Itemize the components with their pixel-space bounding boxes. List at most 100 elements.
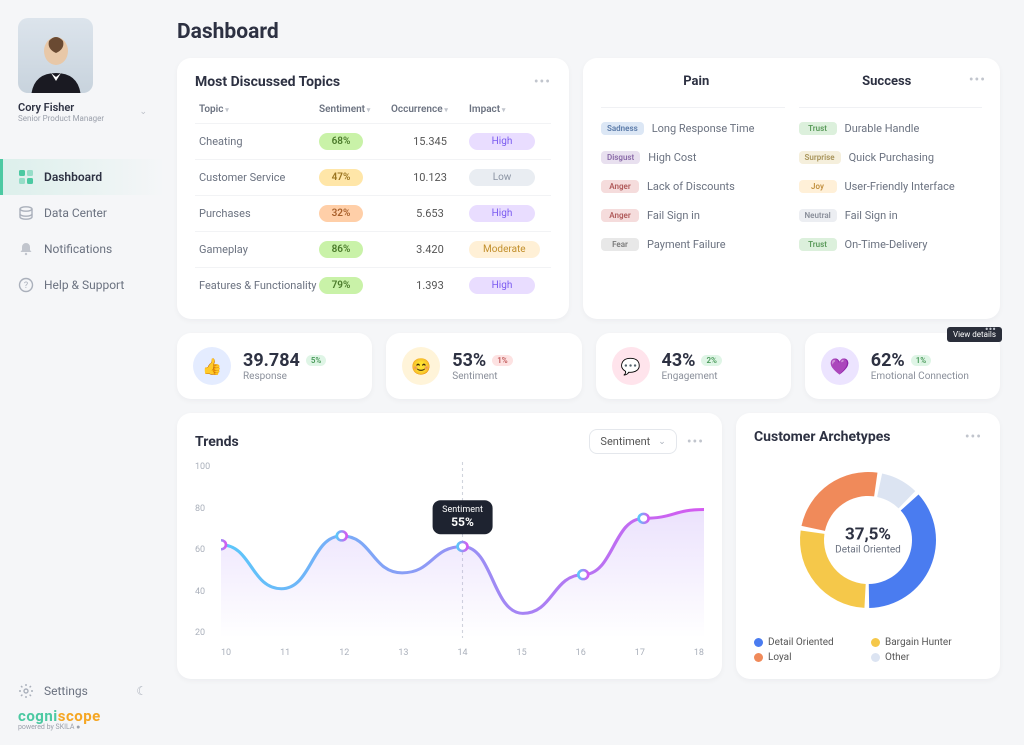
col-impact[interactable]: Impact bbox=[469, 104, 549, 115]
table-row[interactable]: Cheating 68% 15.345 High bbox=[195, 123, 551, 159]
list-item-text: Fail Sign in bbox=[647, 209, 700, 222]
col-sentiment[interactable]: Sentiment bbox=[319, 104, 391, 115]
table-row[interactable]: Features & Functionality 79% 1.393 High bbox=[195, 267, 551, 303]
main-content: Dashboard Most Discussed Topics ••• Topi… bbox=[165, 0, 1024, 745]
legend-label: Loyal bbox=[768, 652, 792, 663]
more-icon[interactable]: ••• bbox=[965, 429, 982, 445]
list-item[interactable]: TrustOn-Time-Delivery bbox=[799, 238, 983, 251]
list-item[interactable]: FearPayment Failure bbox=[601, 238, 785, 251]
sentiment-pill: 47% bbox=[319, 169, 363, 186]
tab-success[interactable]: Success bbox=[792, 74, 983, 97]
trends-chart[interactable]: 10080604020 Sentiment 55% 10111213141516… bbox=[195, 462, 704, 658]
occurrence-cell: 3.420 bbox=[391, 243, 469, 256]
kpi-card[interactable]: 👍 39.7845% Response bbox=[177, 333, 372, 399]
settings-label: Settings bbox=[44, 684, 88, 698]
svg-text:?: ? bbox=[24, 281, 28, 291]
list-item[interactable]: NeutralFail Sign in bbox=[799, 209, 983, 222]
list-item-text: Durable Handle bbox=[845, 122, 920, 135]
sidebar-item-help[interactable]: ? Help & Support bbox=[0, 267, 165, 303]
kpi-icon: 💬 bbox=[612, 347, 650, 385]
sidebar-item-dashboard[interactable]: Dashboard bbox=[0, 159, 165, 195]
legend-item[interactable]: Loyal bbox=[754, 652, 865, 663]
kpi-delta: 2% bbox=[701, 355, 721, 366]
more-icon[interactable]: ••• bbox=[985, 323, 996, 336]
list-item[interactable]: Trust Durable Handle bbox=[799, 122, 983, 135]
list-item-text: Lack of Discounts bbox=[647, 180, 735, 193]
sidebar-item-label: Notifications bbox=[44, 242, 112, 256]
kpi-delta: 5% bbox=[306, 355, 326, 366]
archetypes-donut[interactable]: 37,5% Detail Oriented bbox=[783, 455, 953, 625]
list-item[interactable]: Surprise Quick Purchasing bbox=[799, 151, 983, 164]
moon-icon[interactable]: ☾ bbox=[136, 684, 147, 698]
legend-label: Other bbox=[885, 652, 909, 663]
donut-value: 37,5% bbox=[835, 525, 901, 545]
occurrence-cell: 1.393 bbox=[391, 279, 469, 292]
table-row[interactable]: Gameplay 86% 3.420 Moderate bbox=[195, 231, 551, 267]
help-icon: ? bbox=[18, 277, 34, 293]
gear-icon bbox=[18, 683, 34, 699]
emotion-pill: Disgust bbox=[601, 151, 640, 164]
sidebar-item-label: Help & Support bbox=[44, 278, 124, 292]
trends-dropdown[interactable]: Sentiment ⌄ bbox=[589, 429, 676, 454]
emotion-pill: Surprise bbox=[799, 151, 841, 164]
kpi-icon: 💜 bbox=[821, 347, 859, 385]
legend-dot bbox=[754, 653, 763, 662]
legend-dot bbox=[871, 653, 880, 662]
database-icon bbox=[18, 205, 34, 221]
table-row[interactable]: Customer Service 47% 10.123 Low bbox=[195, 159, 551, 195]
chevron-down-icon[interactable]: ⌄ bbox=[139, 107, 147, 117]
page-title: Dashboard bbox=[177, 20, 1000, 44]
topics-header: Topic Sentiment Occurrence Impact bbox=[195, 100, 551, 123]
kpi-card[interactable]: 💬 43%2% Engagement bbox=[596, 333, 791, 399]
list-item-text: Quick Purchasing bbox=[849, 151, 934, 164]
col-occurrence[interactable]: Occurrence bbox=[391, 104, 469, 115]
tooltip-value: 55% bbox=[442, 515, 483, 529]
kpi-delta: 1% bbox=[911, 355, 931, 366]
table-row[interactable]: Purchases 32% 5.653 High bbox=[195, 195, 551, 231]
topics-title: Most Discussed Topics bbox=[195, 74, 340, 90]
sidebar-item-data-center[interactable]: Data Center bbox=[0, 195, 165, 231]
archetypes-card: Customer Archetypes ••• 37,5% Detail Ori… bbox=[736, 413, 1000, 679]
emotion-pill: Neutral bbox=[799, 209, 837, 222]
emotion-pill: Trust bbox=[799, 238, 837, 251]
list-item[interactable]: AngerLack of Discounts bbox=[601, 180, 785, 193]
occurrence-cell: 15.345 bbox=[391, 135, 469, 148]
more-icon[interactable]: ••• bbox=[969, 72, 986, 88]
more-icon[interactable]: ••• bbox=[687, 434, 704, 450]
kpi-value: 39.784 bbox=[243, 350, 300, 371]
list-item[interactable]: Sadness Long Response Time bbox=[601, 122, 785, 135]
legend-dot bbox=[754, 638, 763, 647]
legend-item[interactable]: Other bbox=[871, 652, 982, 663]
list-item[interactable]: DisgustHigh Cost bbox=[601, 151, 785, 164]
avatar[interactable] bbox=[18, 18, 93, 93]
sidebar-item-settings[interactable]: Settings bbox=[18, 683, 88, 699]
kpi-label: Engagement bbox=[662, 371, 722, 382]
impact-pill: High bbox=[469, 205, 535, 222]
impact-pill: High bbox=[469, 133, 535, 150]
legend-item[interactable]: Detail Oriented bbox=[754, 637, 865, 648]
sidebar-item-notifications[interactable]: Notifications bbox=[0, 231, 165, 267]
list-item-text: Long Response Time bbox=[652, 122, 755, 135]
impact-pill: High bbox=[469, 277, 535, 294]
pain-success-card: Pain Success ••• Sadness Long Response Ti… bbox=[583, 58, 1000, 319]
list-item[interactable]: JoyUser-Friendly Interface bbox=[799, 180, 983, 193]
more-icon[interactable]: ••• bbox=[534, 74, 551, 90]
profile-block: Cory Fisher Senior Product Manager ⌄ bbox=[0, 18, 165, 135]
kpi-value: 53% bbox=[452, 350, 486, 371]
sidebar-item-label: Dashboard bbox=[44, 170, 102, 184]
col-topic[interactable]: Topic bbox=[199, 104, 319, 115]
legend-item[interactable]: Bargain Hunter bbox=[871, 637, 982, 648]
kpi-icon: 👍 bbox=[193, 347, 231, 385]
kpi-icon: 😊 bbox=[402, 347, 440, 385]
sentiment-pill: 79% bbox=[319, 277, 363, 294]
list-item-text: Payment Failure bbox=[647, 238, 726, 251]
sidebar: Cory Fisher Senior Product Manager ⌄ Das… bbox=[0, 0, 165, 745]
kpi-card[interactable]: 😊 53%1% Sentiment bbox=[386, 333, 581, 399]
bell-icon bbox=[18, 241, 34, 257]
kpi-card[interactable]: View details••• 💜 62%1% Emotional Connec… bbox=[805, 333, 1000, 399]
emotion-pill: Trust bbox=[799, 122, 837, 135]
emotion-pill: Sadness bbox=[601, 122, 644, 135]
list-item[interactable]: AngerFail Sign in bbox=[601, 209, 785, 222]
list-item-text: User-Friendly Interface bbox=[845, 180, 955, 193]
tab-pain[interactable]: Pain bbox=[601, 74, 792, 97]
